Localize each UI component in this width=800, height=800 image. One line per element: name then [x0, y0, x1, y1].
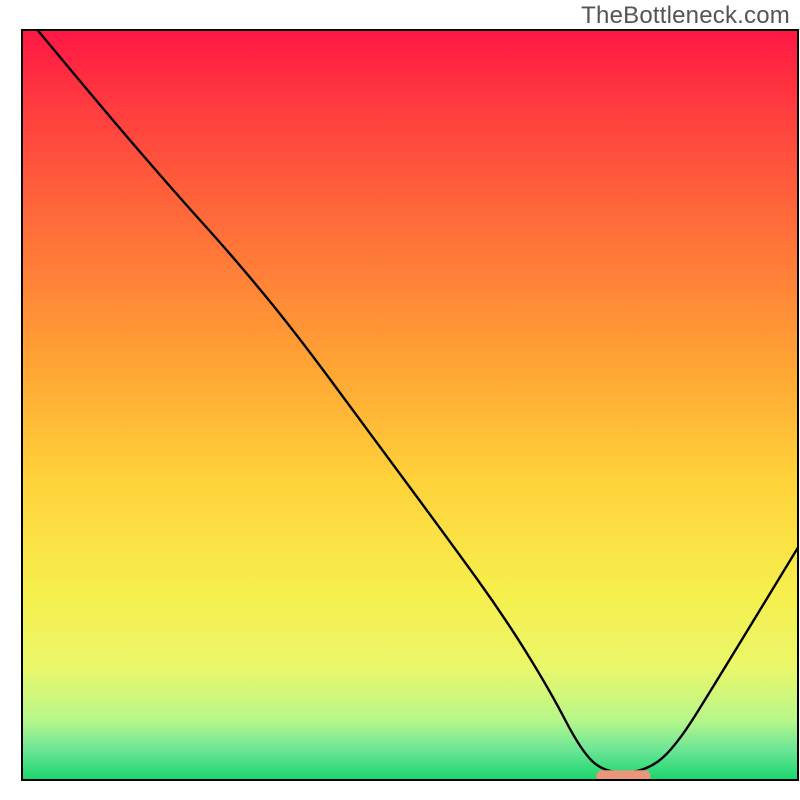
bottleneck-plot: [0, 0, 800, 800]
gradient-background: [22, 30, 798, 780]
chart-stage: TheBottleneck.com: [0, 0, 800, 800]
